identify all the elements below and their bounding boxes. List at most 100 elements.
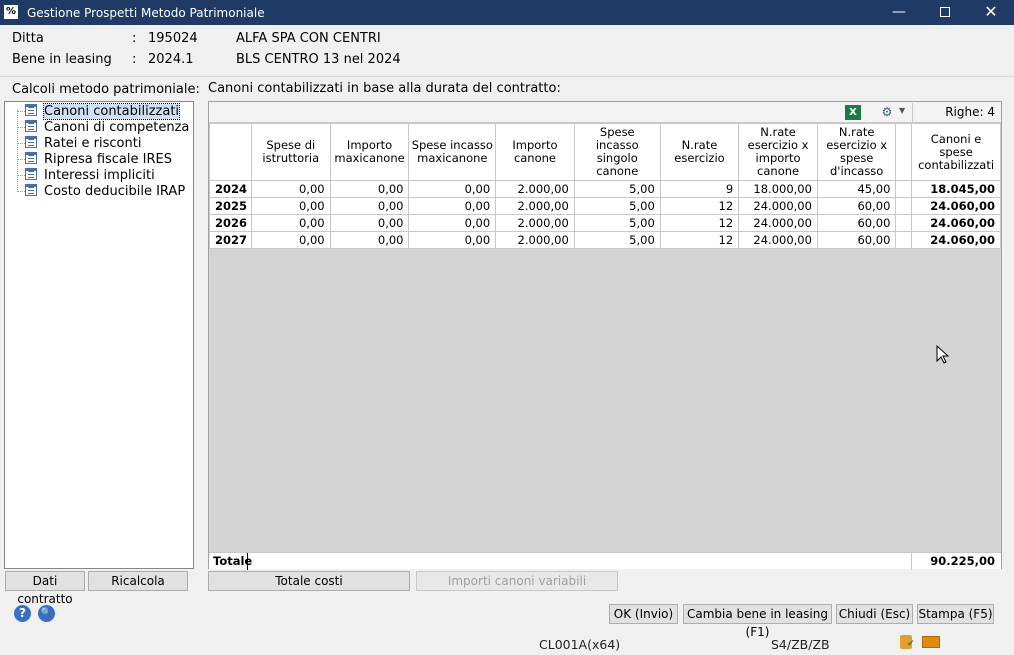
table-cell: 2.000,00 [495,231,575,249]
total-value: 90.225,00 [930,554,995,568]
tree-connector [17,143,25,144]
tree-item-ratei-risconti[interactable]: Ratei e risconti [25,136,141,152]
year-cell: 2026 [208,214,253,232]
ditta-label: Ditta [12,31,44,46]
rows-count: Righe: 4 [945,105,995,119]
bene-separator: : [132,52,137,67]
table-cell: 60,00 [816,197,897,215]
total-divider [247,553,248,570]
table-cell [895,197,913,215]
header-divider [0,76,1014,77]
tree-item-canoni-competenza[interactable]: Canoni di competenza [25,120,189,136]
status-path: S4/ZB/ZB [771,637,830,652]
table-cell: 12 [659,214,740,232]
importi-canoni-variabili-button[interactable]: Importi canoni variabili [416,571,618,591]
table-cell [895,231,913,249]
tree-connector [17,110,18,192]
table-cell: 0,00 [251,197,331,215]
monitor-status-icon [922,636,940,648]
chevron-down-icon[interactable]: ▼ [899,106,905,115]
excel-export-icon[interactable]: X [845,105,861,120]
tree-item-costo-irap[interactable]: Costo deducibile IRAP [25,184,185,200]
table-row[interactable]: 2024 0,00 0,00 0,00 2.000,00 5,00 9 18.0… [208,180,1001,198]
tree-item-canoni-contabilizzati[interactable]: Canoni contabilizzati [25,103,181,120]
table-cell: 2.000,00 [495,180,575,198]
data-grid[interactable]: X ⚙ ▼ Righe: 4 Spese di istruttoria Impo… [208,101,1002,570]
tree-item-label: Costo deducibile IRAP [44,184,186,199]
ditta-separator: : [132,31,137,46]
tree-connector [17,191,25,192]
tree-item-label: Canoni di competenza [44,120,190,135]
column-header[interactable]: Spese incasso maxicanone [408,123,497,181]
table-cell: 0,00 [329,197,410,215]
sidebar-title: Calcoli metodo patrimoniale: [12,82,200,97]
mouse-cursor-icon [936,345,950,364]
column-settings-icon[interactable]: ⚙ [879,105,895,120]
cambia-bene-button[interactable]: Cambia bene in leasing (F1) [683,604,832,639]
table-cell: 5,00 [573,231,661,249]
table-cell: 18.045,00 [911,180,1001,198]
ditta-code: 195024 [148,31,198,46]
column-header[interactable]: Canoni e spese contabilizzati [911,123,1001,181]
tree-item-label: Interessi impliciti [44,168,155,183]
dati-contratto-button[interactable]: Dati contratto [5,571,85,606]
stampa-button[interactable]: Stampa (F5) [917,604,994,624]
table-cell: 2.000,00 [495,197,575,215]
column-header[interactable] [895,123,913,181]
tree-item-label: Ripresa fiscale IRES [44,152,172,167]
table-cell: 18.000,00 [738,180,818,198]
table-cell: 12 [659,197,740,215]
table-row[interactable]: 2027 0,00 0,00 0,00 2.000,00 5,00 12 24.… [208,231,1001,249]
tree-connector [17,127,25,128]
document-icon [25,168,37,180]
column-header[interactable]: N.rate esercizio x importo canone [738,123,818,181]
calcoli-tree[interactable]: Canoni contabilizzati Canoni di competen… [4,101,194,569]
close-button[interactable]: ✕ [968,0,1014,25]
status-module: CL001A(x64) [539,637,621,652]
column-header[interactable]: Spese di istruttoria [251,123,331,181]
table-header-row: Spese di istruttoria Importo maxicanone … [208,123,1001,181]
table-cell: 24.060,00 [911,231,1001,249]
table-cell: 0,00 [251,180,331,198]
column-header[interactable]: N.rate esercizio [659,123,740,181]
help-icon[interactable]: ? [14,605,31,622]
document-icon [25,152,37,164]
table-cell: 0,00 [329,231,410,249]
chiudi-button[interactable]: Chiudi (Esc) [836,604,913,624]
document-icon [25,184,37,196]
ricalcola-button[interactable]: Ricalcola [88,571,188,591]
bene-label: Bene in leasing [12,52,112,67]
tree-item-interessi-impliciti[interactable]: Interessi impliciti [25,168,155,184]
minimize-button[interactable]: — [876,0,922,25]
table-cell: 5,00 [573,197,661,215]
table-row[interactable]: 2026 0,00 0,00 0,00 2.000,00 5,00 12 24.… [208,214,1001,232]
table-cell: 0,00 [408,180,497,198]
tree-item-label: Ratei e risconti [44,136,142,151]
maximize-button[interactable] [922,0,968,25]
column-header[interactable]: Importo canone [495,123,575,181]
column-header[interactable] [208,123,253,181]
year-cell: 2025 [208,197,253,215]
column-header[interactable]: Spese incasso singolo canone [573,123,661,181]
grid-title: Canoni contabilizzati in base alla durat… [208,81,561,96]
column-header[interactable]: N.rate esercizio x spese d'incasso [816,123,897,181]
table-cell: 24.000,00 [738,214,818,232]
ditta-name: ALFA SPA CON CENTRI [236,31,381,46]
app-icon: % [4,5,18,19]
ok-button[interactable]: OK (Invio) [609,604,678,624]
table-cell: 24.060,00 [911,197,1001,215]
totale-costi-button[interactable]: Totale costi [208,571,410,591]
table-cell: 9 [659,180,740,198]
column-header[interactable]: Importo maxicanone [329,123,410,181]
total-divider [911,553,912,570]
title-bar: % Gestione Prospetti Metodo Patrimoniale… [0,0,1014,25]
table-row[interactable]: 2025 0,00 0,00 0,00 2.000,00 5,00 12 24.… [208,197,1001,215]
search-icon[interactable]: 🔍 [38,605,55,622]
table-cell: 24.000,00 [738,231,818,249]
table-cell: 0,00 [329,180,410,198]
tree-item-ripresa-ires[interactable]: Ripresa fiscale IRES [25,152,172,168]
bene-code: 2024.1 [148,52,194,67]
document-icon [25,120,37,132]
tree-connector [17,175,25,176]
database-status-icon [900,635,915,649]
